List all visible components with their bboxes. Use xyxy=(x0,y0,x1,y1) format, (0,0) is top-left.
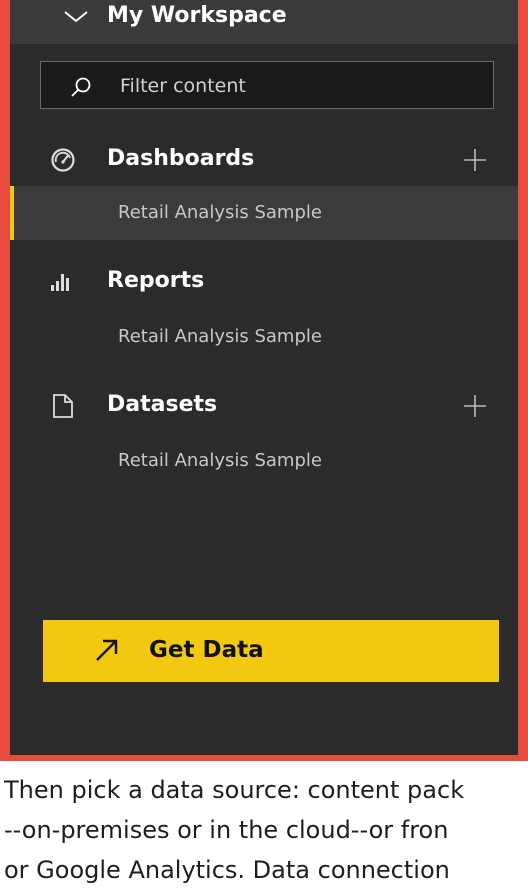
report-item-label: Retail Analysis Sample xyxy=(118,326,322,347)
screenshot-frame: My Workspace Dashboards Retail xyxy=(0,0,528,761)
report-item-retail-analysis[interactable]: Retail Analysis Sample xyxy=(10,310,518,364)
add-dashboard-icon[interactable] xyxy=(462,147,488,173)
section-dashboards[interactable]: Dashboards xyxy=(10,135,518,185)
get-data-label: Get Data xyxy=(149,637,264,663)
bar-chart-icon xyxy=(51,274,69,291)
caption-line: --on-premises or in the cloud--or fron xyxy=(4,816,449,844)
gauge-icon xyxy=(51,148,75,172)
section-label-datasets: Datasets xyxy=(107,392,218,417)
chevron-down-icon xyxy=(64,11,88,23)
section-label-dashboards: Dashboards xyxy=(107,146,255,171)
get-data-button[interactable]: Get Data xyxy=(43,620,499,682)
filter-input[interactable] xyxy=(120,72,480,100)
dashboard-item-label: Retail Analysis Sample xyxy=(118,202,322,223)
workspace-title: My Workspace xyxy=(107,3,287,28)
section-reports[interactable]: Reports xyxy=(10,257,518,307)
dataset-item-retail-analysis[interactable]: Retail Analysis Sample xyxy=(10,434,518,488)
search-icon xyxy=(71,77,91,97)
section-datasets[interactable]: Datasets xyxy=(10,381,518,431)
section-label-reports: Reports xyxy=(107,268,205,293)
arrow-up-right-icon xyxy=(96,639,118,661)
dashboard-item-retail-analysis[interactable]: Retail Analysis Sample xyxy=(10,186,518,240)
workspace-header[interactable]: My Workspace xyxy=(10,0,518,44)
navigation-pane: My Workspace Dashboards Retail xyxy=(10,0,518,755)
dataset-item-label: Retail Analysis Sample xyxy=(118,450,322,471)
document-icon xyxy=(53,394,73,418)
add-dataset-icon[interactable] xyxy=(462,393,488,419)
filter-box[interactable] xyxy=(40,61,494,109)
caption-text: Then pick a data source: content pack --… xyxy=(4,770,528,890)
caption-line: or Google Analytics. Data connection xyxy=(4,856,450,884)
caption-line: Then pick a data source: content pack xyxy=(4,776,465,804)
